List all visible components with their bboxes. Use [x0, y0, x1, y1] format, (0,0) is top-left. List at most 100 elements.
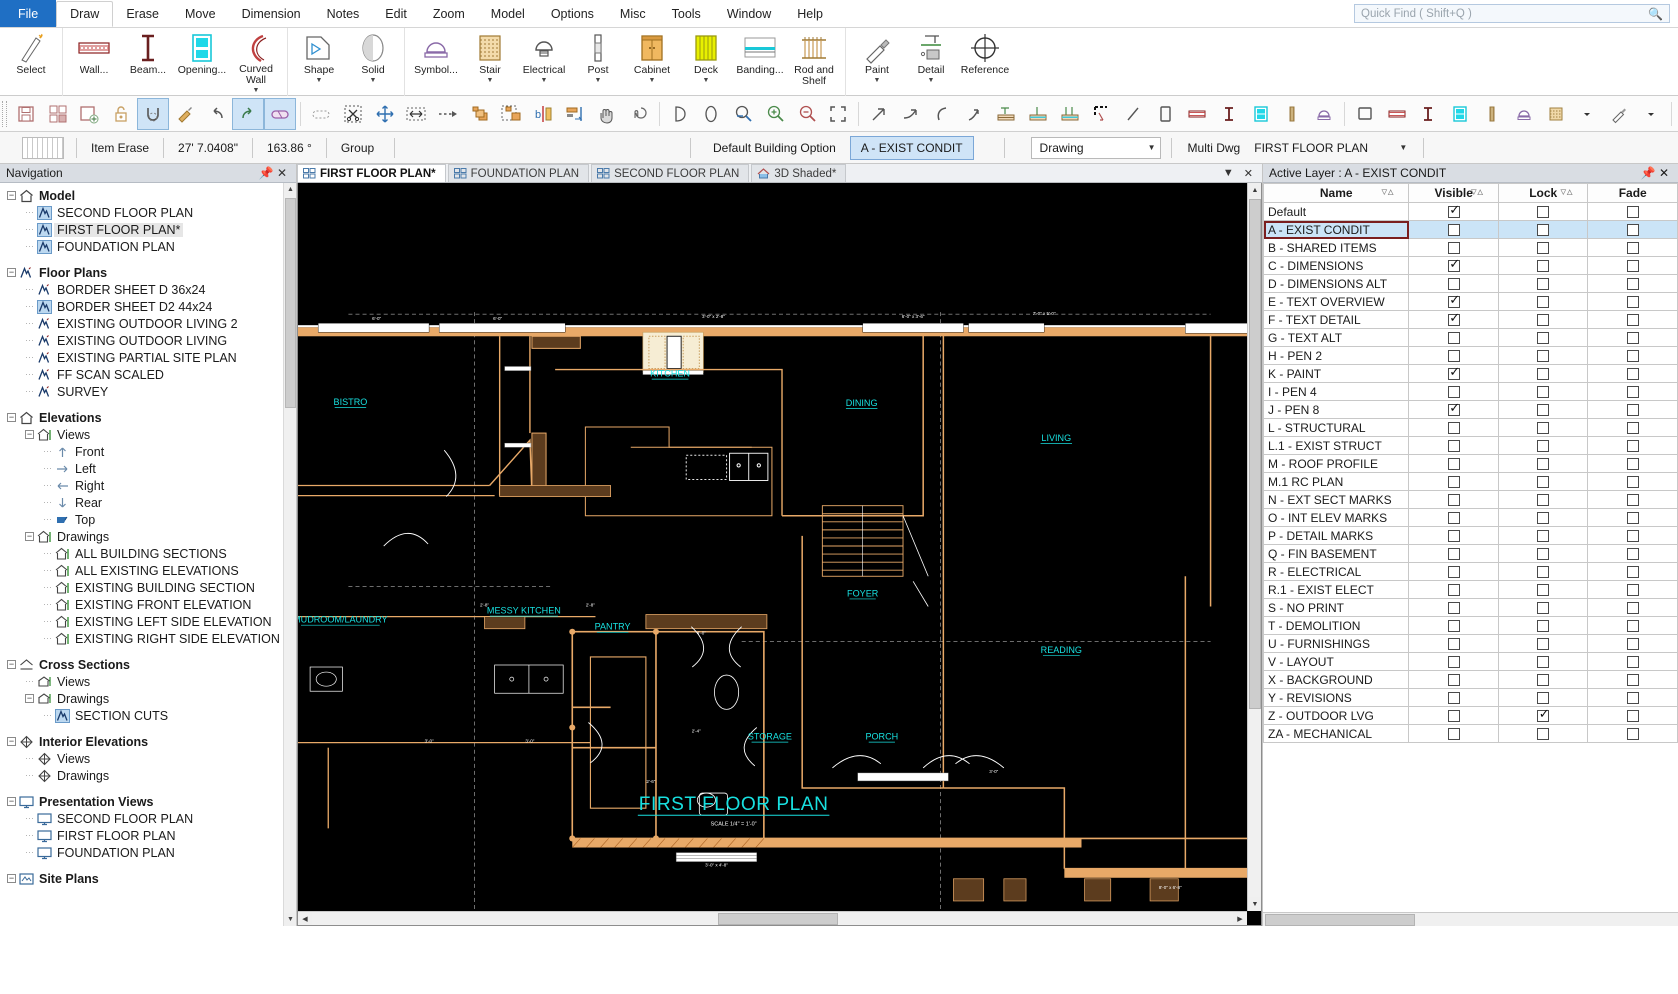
layer-row[interactable]: R - ELECTRICAL — [1263, 562, 1678, 581]
save-as-icon[interactable] — [73, 98, 105, 130]
layer-row[interactable]: K - PAINT — [1263, 364, 1678, 383]
layer-visible-cell[interactable] — [1408, 328, 1499, 347]
layer-fade-cell[interactable] — [1587, 490, 1678, 509]
drawing-combo[interactable]: Drawing ▼ — [1030, 136, 1161, 159]
checkbox-visible[interactable] — [1447, 494, 1460, 507]
layer-name[interactable]: F - TEXT DETAIL — [1263, 310, 1410, 329]
tree-item-top[interactable]: ··· Top — [0, 511, 296, 528]
close-icon[interactable]: ✕ — [1656, 166, 1672, 180]
tree-item-all-building-sections[interactable]: ··· ALL BUILDING SECTIONS — [0, 545, 296, 562]
scroll-thumb-h[interactable] — [1265, 914, 1415, 926]
chevron-down-icon[interactable]: ▼ — [1218, 167, 1239, 179]
tree-item-drawings[interactable]: ··· Drawings — [0, 767, 296, 784]
layer-visible-cell[interactable] — [1408, 670, 1499, 689]
copy-array-icon[interactable] — [496, 98, 528, 130]
menu-item-misc[interactable]: Misc — [607, 0, 659, 27]
scroll-left-arrow[interactable]: ◀ — [298, 912, 312, 925]
elevation-interior-icon[interactable] — [1054, 98, 1086, 130]
checkbox-fade[interactable] — [1626, 584, 1639, 597]
layer-name[interactable]: A - EXIST CONDIT — [1263, 220, 1410, 239]
document-tab-first-floor-plan[interactable]: FIRST FLOOR PLAN* — [297, 164, 446, 182]
layer-visible-cell[interactable] — [1408, 490, 1499, 509]
menu-item-move[interactable]: Move — [172, 0, 229, 27]
layer-name[interactable]: O - INT ELEV MARKS — [1263, 508, 1410, 527]
layer-lock-cell[interactable] — [1497, 598, 1589, 617]
tree-item-survey[interactable]: ··· SURVEY — [0, 383, 296, 400]
ribbon-button-electrical[interactable]: Electrical ▼ — [517, 28, 571, 94]
paint-brush2-icon[interactable] — [1603, 98, 1635, 130]
chevron-down-icon[interactable]: ▼ — [649, 77, 656, 84]
tree-item-floor-plans[interactable]: − Floor Plans — [0, 264, 296, 281]
tree-expander[interactable]: − — [24, 694, 35, 703]
layer-visible-cell[interactable] — [1408, 688, 1499, 707]
layer-column-visible[interactable]: Visible ▽△ — [1408, 183, 1499, 203]
layer-row[interactable]: M - ROOF PROFILE — [1263, 454, 1678, 473]
checkbox-lock[interactable] — [1537, 260, 1550, 273]
checkbox-fade[interactable] — [1626, 422, 1639, 435]
tree-item-views[interactable]: ··· Views — [0, 673, 296, 690]
checkbox-lock[interactable] — [1537, 494, 1550, 507]
checkbox-lock[interactable] — [1537, 278, 1550, 291]
layer-row[interactable]: N - EXT SECT MARKS — [1263, 490, 1678, 509]
layer-visible-cell[interactable] — [1408, 400, 1499, 419]
checkbox-visible[interactable] — [1447, 638, 1460, 651]
document-tab-3d-shaded[interactable]: 3D Shaded* — [751, 164, 847, 182]
chevron-down-icon[interactable]: ▼ — [316, 77, 323, 84]
eraser-icon[interactable] — [264, 97, 297, 130]
layer-fade-cell[interactable] — [1587, 238, 1678, 257]
tree-item-all-existing-elevations[interactable]: ··· ALL EXISTING ELEVATIONS — [0, 562, 296, 579]
checkbox-fade[interactable] — [1626, 602, 1639, 615]
layer-name[interactable]: E - TEXT OVERVIEW — [1263, 292, 1410, 311]
arrow-up-right-icon[interactable] — [863, 98, 895, 130]
checkbox-visible[interactable] — [1447, 656, 1460, 669]
layer-fade-cell[interactable] — [1587, 688, 1678, 707]
tree-item-drawings[interactable]: − Drawings — [0, 690, 296, 707]
save-icon[interactable] — [10, 98, 42, 130]
layer-fade-cell[interactable] — [1587, 346, 1678, 365]
menu-file[interactable]: File — [0, 0, 57, 27]
checkbox-lock[interactable] — [1537, 548, 1550, 561]
layer-name[interactable]: X - BACKGROUND — [1263, 670, 1410, 689]
wall2-icon[interactable] — [1381, 98, 1413, 130]
copy-step-icon[interactable] — [464, 98, 496, 130]
checkbox-visible[interactable] — [1447, 224, 1460, 237]
checkbox-lock[interactable] — [1537, 242, 1550, 255]
layer-row[interactable]: D - DIMENSIONS ALT — [1263, 274, 1678, 293]
corner-pick-icon[interactable] — [1086, 98, 1118, 130]
ribbon-button-curved-wall[interactable]: Curved Wall ▼ — [229, 28, 283, 94]
layer-lock-cell[interactable] — [1497, 490, 1589, 509]
move-icon[interactable] — [369, 98, 401, 130]
checkbox-lock[interactable] — [1537, 368, 1550, 381]
layer-visible-cell[interactable] — [1408, 562, 1499, 581]
arrow-bend-icon[interactable] — [895, 98, 927, 130]
layer-fade-cell[interactable] — [1587, 616, 1678, 635]
layer-visible-cell[interactable] — [1408, 256, 1499, 275]
ribbon-button-beam[interactable]: Beam... — [121, 28, 175, 94]
layer-lock-cell[interactable] — [1497, 274, 1589, 293]
layer-name[interactable]: R - ELECTRICAL — [1263, 562, 1410, 581]
tree-expander[interactable]: − — [24, 430, 35, 439]
layer-row[interactable]: I - PEN 4 — [1263, 382, 1678, 401]
checkbox-lock[interactable] — [1537, 656, 1550, 669]
undo-icon[interactable] — [201, 98, 233, 130]
layer-visible-cell[interactable] — [1408, 526, 1499, 545]
layer-name[interactable]: G - TEXT ALT — [1263, 328, 1410, 347]
chevron-down-icon[interactable]: ▼ — [253, 87, 260, 94]
format-painter-icon[interactable] — [169, 98, 201, 130]
layer-column-lock[interactable]: Lock ▽△ — [1497, 183, 1589, 203]
checkbox-visible[interactable] — [1447, 476, 1460, 489]
layer-visible-cell[interactable] — [1408, 706, 1499, 725]
close-icon[interactable]: ✕ — [1239, 167, 1258, 180]
checkbox-fade[interactable] — [1626, 548, 1639, 561]
checkbox-lock[interactable] — [1537, 512, 1550, 525]
chevron-down-icon[interactable]: ▼ — [595, 77, 602, 84]
tree-item-border-sheet-d2-44x24[interactable]: ··· BORDER SHEET D2 44x24 — [0, 298, 296, 315]
layer-fade-cell[interactable] — [1587, 256, 1678, 275]
layer-name[interactable]: C - DIMENSIONS — [1263, 256, 1410, 275]
layer-lock-cell[interactable] — [1497, 706, 1589, 725]
checkbox-visible[interactable] — [1447, 728, 1460, 741]
layer-name[interactable]: D - DIMENSIONS ALT — [1263, 274, 1410, 293]
pin-icon[interactable]: 📌 — [258, 166, 274, 180]
checkbox-lock[interactable] — [1537, 620, 1550, 633]
layer-fade-cell[interactable] — [1587, 202, 1678, 221]
